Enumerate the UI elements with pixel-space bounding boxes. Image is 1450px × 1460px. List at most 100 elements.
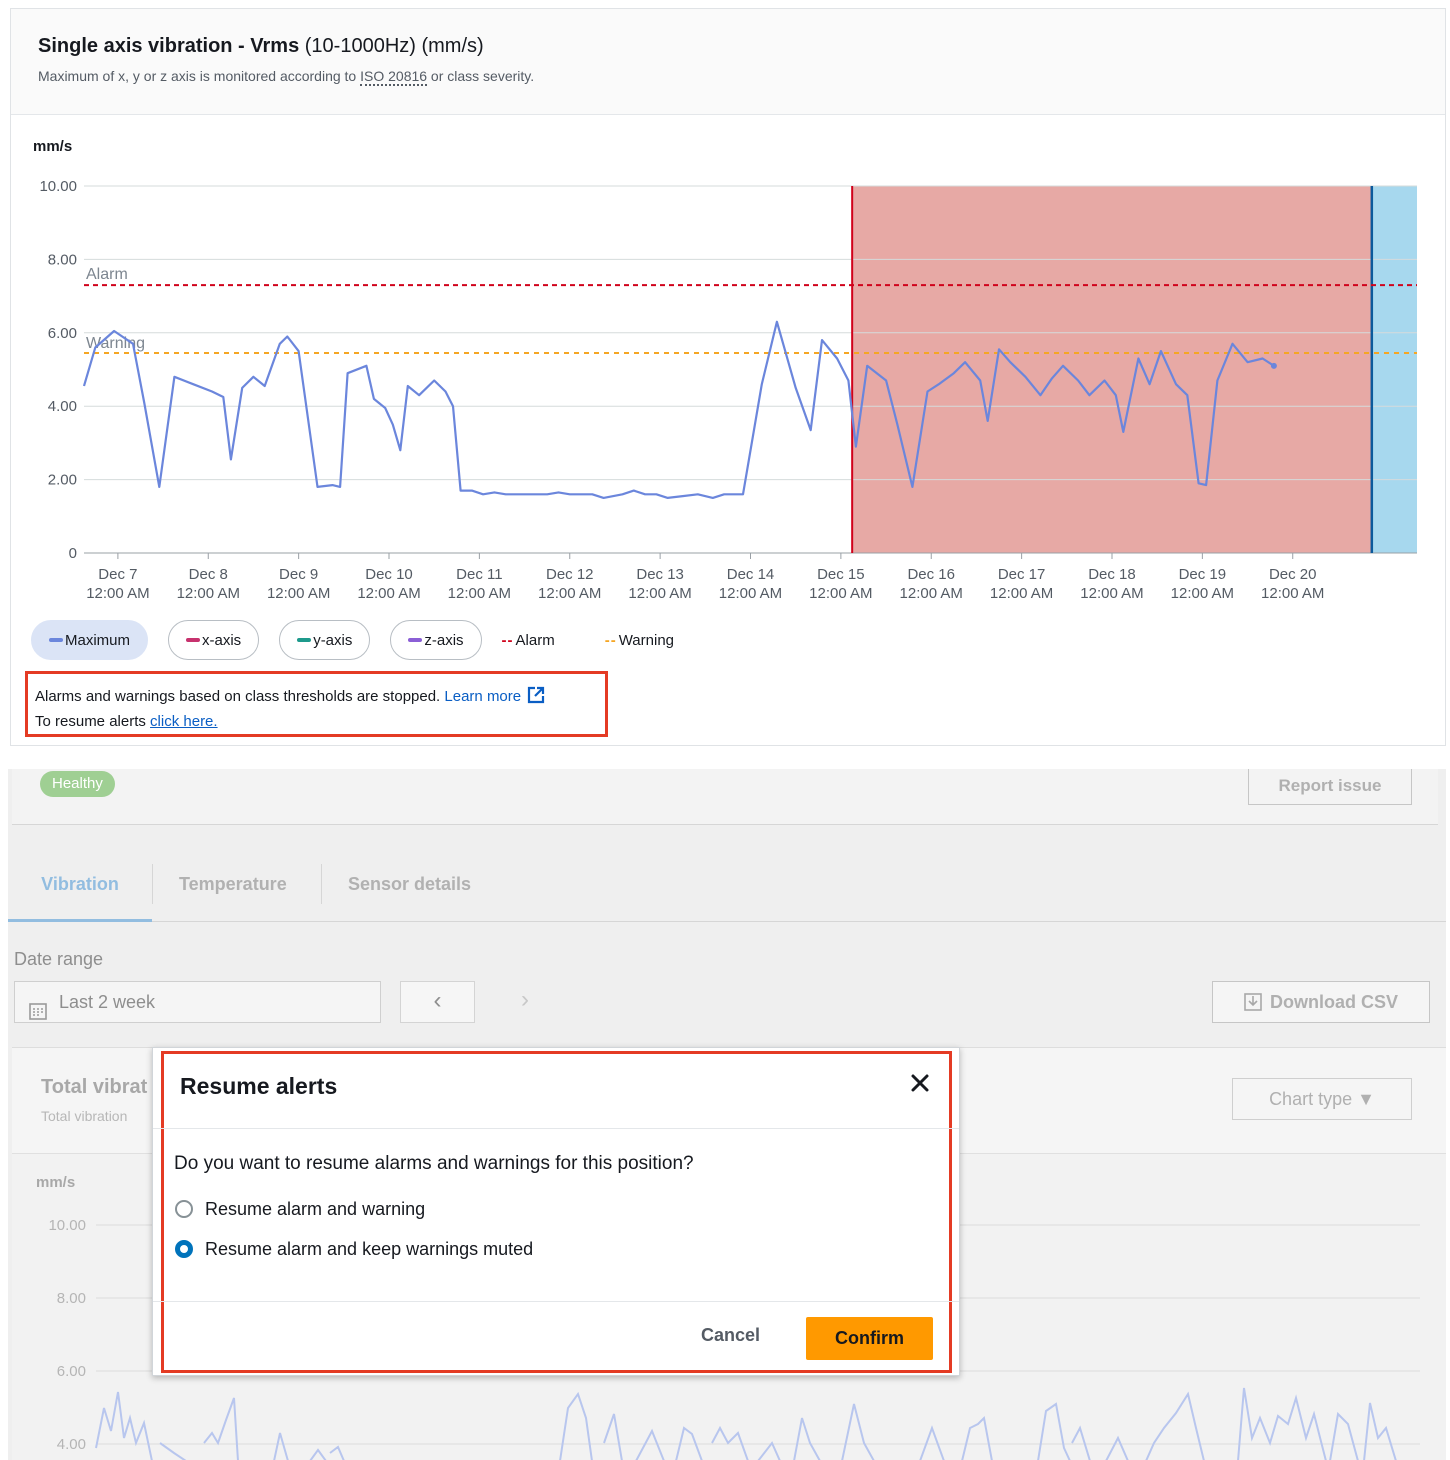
chart-legend: Maximum x-axis y-axis z-axis -- Alarm -- W… (31, 619, 724, 661)
option-label: Resume alarm and keep warnings muted (205, 1238, 534, 1259)
x-tick-date: Dec 12 (546, 566, 594, 583)
download-csv-label: Download CSV (1269, 992, 1398, 1012)
x-tick-date: Dec 19 (1179, 566, 1227, 583)
alerts-stopped-notice: Alarms and warnings based on class thres… (25, 671, 608, 737)
date-range-label: Date range (14, 949, 104, 969)
tab-temperature[interactable]: Temperature (179, 864, 287, 922)
maximum-swatch (49, 638, 63, 642)
y-tick-label: 8.00 (57, 1290, 86, 1307)
y-tick-label: 10.00 (39, 178, 77, 195)
x-tick-time: 12:00 AM (357, 585, 420, 602)
modal-question: Do you want to resume alarms and warning… (174, 1153, 694, 1174)
x-tick-date: Dec 10 (365, 566, 413, 583)
cancel-button[interactable]: Cancel (701, 1325, 760, 1346)
tab-sensor-details[interactable]: Sensor details (348, 864, 471, 922)
option-label: Resume alarm and warning (205, 1198, 426, 1219)
legend-label: Maximum (65, 631, 131, 649)
date-range-value: Last 2 week (59, 992, 156, 1012)
x-tick-date: Dec 15 (817, 566, 865, 583)
notice-line-2: To resume alerts click here. (35, 711, 605, 733)
legend-label: Alarm (515, 631, 555, 649)
x-axis-swatch (186, 638, 201, 642)
tab-vibration[interactable]: Vibration (8, 864, 152, 922)
y-tick-label: 8.00 (48, 251, 77, 268)
legend-label: y-axis (313, 631, 353, 649)
external-link-icon[interactable] (527, 686, 545, 711)
z-axis-swatch (408, 638, 423, 642)
x-tick-time: 12:00 AM (267, 585, 330, 602)
legend-label: z-axis (424, 631, 464, 649)
x-tick-date: Dec 20 (1269, 566, 1317, 583)
radio-button-selected[interactable] (175, 1240, 193, 1258)
x-tick-time: 12:00 AM (900, 585, 963, 602)
x-tick-date: Dec 8 (189, 566, 228, 583)
x-tick-time: 12:00 AM (177, 585, 240, 602)
calendar-icon (29, 994, 47, 1034)
notice-line-1: Alarms and warnings based on class thres… (35, 686, 605, 711)
notice-text: Alarms and warnings based on class thres… (35, 688, 445, 705)
muted-alerts-region (852, 186, 1372, 553)
x-tick-time: 12:00 AM (990, 585, 1053, 602)
asset-status-card: Healthy Report issue (12, 769, 1438, 825)
tab-separator (152, 864, 153, 904)
y-axis-swatch (297, 638, 312, 642)
y-tick-label: 10.00 (48, 1217, 86, 1234)
x-tick-time: 12:00 AM (86, 585, 149, 602)
x-tick-date: Dec 7 (98, 566, 137, 583)
y-tick-label: 6.00 (48, 325, 77, 342)
x-tick-date: Dec 9 (279, 566, 318, 583)
y-tick-label: 2.00 (48, 472, 77, 489)
next-range-button[interactable]: › (508, 981, 542, 1023)
legend-z-axis-toggle[interactable]: z-axis (390, 620, 482, 660)
radio-button[interactable] (175, 1200, 193, 1218)
learn-more-link[interactable]: Learn more (444, 688, 521, 705)
modal-title: Resume alerts (180, 1073, 338, 1099)
x-tick-time: 12:00 AM (1171, 585, 1234, 602)
y-tick-label: 6.00 (57, 1363, 86, 1380)
x-tick-date: Dec 16 (907, 566, 955, 583)
legend-warning: -- Warning (605, 632, 674, 649)
legend-label: Warning (618, 631, 675, 649)
x-tick-time: 12:00 AM (1261, 585, 1324, 602)
option-resume-alarm-and-warning[interactable]: Resume alarm and warning (175, 1198, 425, 1220)
legend-x-axis-toggle[interactable]: x-axis (168, 620, 260, 660)
report-issue-button[interactable]: Report issue (1248, 769, 1412, 805)
current-period-region (1371, 186, 1417, 553)
tab-bar: Vibration Temperature Sensor details (8, 864, 1446, 922)
x-tick-time: 12:00 AM (1080, 585, 1143, 602)
warning-dash: -- (604, 631, 617, 649)
x-tick-time: 12:00 AM (719, 585, 782, 602)
legend-maximum-toggle[interactable]: Maximum (31, 620, 149, 660)
status-badge: Healthy (40, 771, 115, 797)
download-icon (1244, 993, 1262, 1011)
x-tick-date: Dec 14 (727, 566, 775, 583)
close-icon[interactable] (905, 1068, 935, 1098)
vibration-chart-panel: Single axis vibration - Vrms (10-1000Hz)… (10, 8, 1446, 746)
x-tick-time: 12:00 AM (538, 585, 601, 602)
divider (153, 1301, 959, 1302)
tab-separator (321, 864, 322, 904)
legend-alarm: -- Alarm (502, 632, 555, 649)
series-end-point (1270, 362, 1277, 369)
download-csv-button[interactable]: Download CSV (1212, 981, 1430, 1023)
x-tick-time: 12:00 AM (809, 585, 872, 602)
resume-alerts-link[interactable]: click here. (150, 713, 218, 730)
date-range-input[interactable]: Last 2 week (14, 981, 381, 1023)
x-tick-date: Dec 17 (998, 566, 1046, 583)
legend-label: x-axis (202, 631, 242, 649)
legend-y-axis-toggle[interactable]: y-axis (279, 620, 371, 660)
x-tick-date: Dec 13 (636, 566, 684, 583)
x-tick-date: Dec 18 (1088, 566, 1136, 583)
x-tick-date: Dec 11 (456, 566, 502, 583)
alarm-threshold-label: Alarm (86, 266, 128, 283)
y-tick-label: 0 (69, 545, 77, 562)
option-resume-alarm-keep-warnings-muted[interactable]: Resume alarm and keep warnings muted (175, 1238, 533, 1260)
y-tick-label: 4.00 (57, 1436, 86, 1453)
resume-alerts-modal: Resume alerts Do you want to resume alar… (152, 1047, 960, 1376)
previous-range-button[interactable]: ‹ (400, 981, 475, 1023)
divider (153, 1128, 959, 1129)
x-tick-time: 12:00 AM (628, 585, 691, 602)
confirm-button[interactable]: Confirm (806, 1317, 933, 1360)
alarm-dash: -- (501, 631, 514, 649)
x-tick-time: 12:00 AM (448, 585, 511, 602)
